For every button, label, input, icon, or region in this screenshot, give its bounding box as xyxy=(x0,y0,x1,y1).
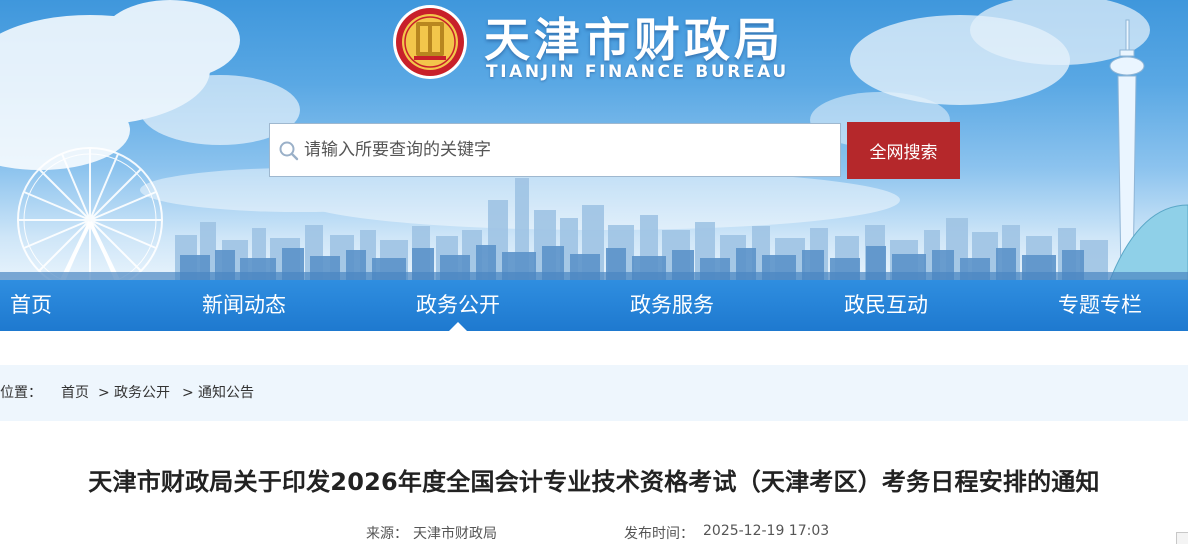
source-label: 来源： xyxy=(366,526,408,542)
search-box xyxy=(269,123,841,177)
nav-item-home[interactable]: 首页 xyxy=(10,280,52,331)
breadcrumb-item-notices[interactable]: 通知公告 xyxy=(198,365,254,421)
breadcrumb-separator: > xyxy=(182,385,194,401)
site-title: 天津市财政局 xyxy=(484,13,784,67)
breadcrumb-separator: > xyxy=(98,385,110,401)
tianjin-finance-emblem-icon xyxy=(393,5,467,79)
nav-item-government-affairs[interactable]: 政务公开 xyxy=(416,280,500,331)
search-button[interactable]: 全网搜索 xyxy=(847,122,960,179)
scroll-corner xyxy=(1176,532,1188,544)
article-source: 天津市财政局 xyxy=(413,526,497,542)
nav-item-interaction[interactable]: 政民互动 xyxy=(844,280,928,331)
article-date: 2025-12-19 17:03 xyxy=(703,523,830,539)
site-subtitle: TIANJIN FINANCE BUREAU xyxy=(486,62,789,82)
breadcrumb-item-home[interactable]: 首页 xyxy=(61,365,89,421)
header-banner: 天津市财政局 TIANJIN FINANCE BUREAU 全网搜索 xyxy=(0,0,1188,280)
nav-item-government-services[interactable]: 政务服务 xyxy=(630,280,714,331)
nav-item-special-topics[interactable]: 专题专栏 xyxy=(1058,280,1142,331)
breadcrumb-prefix: 前位置： xyxy=(0,385,42,401)
search-icon xyxy=(279,141,299,161)
search-input[interactable] xyxy=(304,124,834,176)
main-nav: 首页 新闻动态 政务公开 政务服务 政民互动 专题专栏 xyxy=(0,280,1188,331)
article-title: 天津市财政局关于印发2026年度全国会计专业技术资格考试（天津考区）考务日程安排… xyxy=(88,468,1100,496)
nav-item-news[interactable]: 新闻动态 xyxy=(202,280,286,331)
breadcrumb: 前位置： 首页 > 政务公开 > 通知公告 xyxy=(0,365,1188,421)
breadcrumb-item-government-affairs[interactable]: 政务公开 xyxy=(114,365,170,421)
date-label: 发布时间： xyxy=(624,526,694,542)
